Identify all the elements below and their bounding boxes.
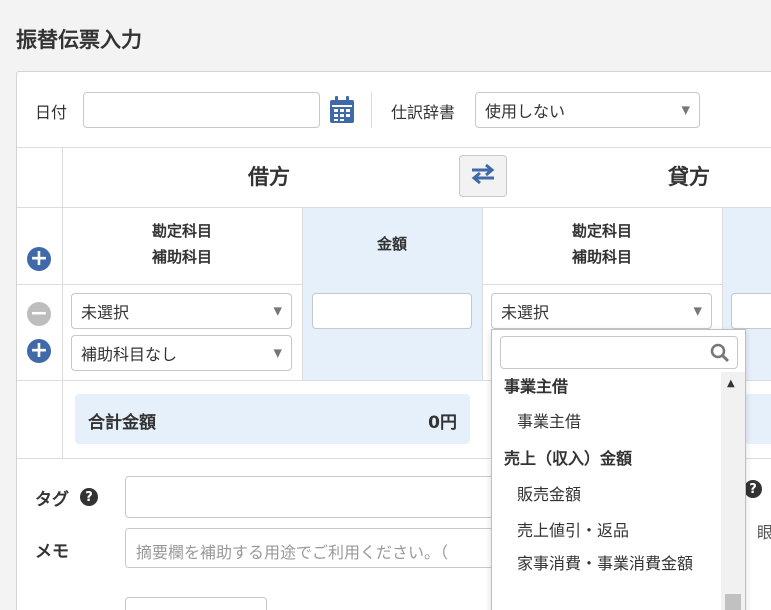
- page-title: 振替伝票入力: [16, 28, 142, 52]
- total-label: 合計金額: [88, 413, 156, 433]
- add-row-button[interactable]: +: [27, 339, 51, 363]
- tag-input[interactable]: [125, 476, 525, 518]
- plus-icon: +: [29, 338, 49, 363]
- date-label: 日付: [35, 103, 68, 122]
- calendar-icon[interactable]: [329, 96, 355, 128]
- remove-row-button[interactable]: −: [27, 302, 51, 326]
- dropdown-option[interactable]: 販売金額: [517, 481, 581, 505]
- scroll-up-icon[interactable]: ▲: [727, 378, 735, 389]
- search-icon: [710, 343, 730, 367]
- credit-account-header: 勘定科目 補助科目: [482, 218, 722, 270]
- header-divider: [371, 92, 372, 128]
- memo-input[interactable]: 摘要欄を補助する用途でご利用ください。（: [125, 528, 525, 568]
- memo-placeholder: 摘要欄を補助する用途でご利用ください。（: [136, 543, 449, 562]
- dropdown-option[interactable]: 事業主借: [517, 408, 581, 432]
- account-header-line1: 勘定科目: [571, 222, 632, 240]
- debit-account-value: 未選択: [81, 303, 130, 322]
- credit-account-value: 未選択: [501, 303, 550, 322]
- credit-amount-input[interactable]: [731, 293, 771, 329]
- scrollbar-thumb[interactable]: [725, 594, 741, 610]
- dropdown-list: 事業主借 事業主借 売上（収入）金額 販売金額 売上値引・返品 家事消費・事業消…: [492, 372, 720, 610]
- dropdown-group: 事業主借: [504, 377, 569, 396]
- help-icon[interactable]: ?: [80, 488, 98, 506]
- debit-account-select[interactable]: 未選択 ▼: [71, 293, 292, 329]
- minus-icon: −: [29, 301, 49, 326]
- dropdown-option[interactable]: 売上値引・返品: [517, 517, 629, 541]
- debit-title: 借方: [248, 165, 290, 189]
- swap-icon: [470, 163, 496, 189]
- debit-total-box: 合計金額 0円: [75, 394, 470, 444]
- dict-select-value: 使用しない: [485, 102, 566, 121]
- debit-account-header: 勘定科目 補助科目: [62, 218, 302, 270]
- account-header-line2: 補助科目: [571, 248, 632, 266]
- account-dropdown: 事業主借 事業主借 売上（収入）金額 販売金額 売上値引・返品 家事消費・事業消…: [491, 329, 746, 610]
- debit-subaccount-value: 補助科目なし: [81, 345, 178, 364]
- help-icon[interactable]: ?: [744, 480, 762, 498]
- caret-down-icon: ▼: [273, 346, 282, 360]
- account-header-line1: 勘定科目: [151, 222, 212, 240]
- right-partial-text: 眼: [757, 519, 771, 543]
- total-value: 0円: [428, 413, 457, 433]
- swap-button[interactable]: [459, 155, 507, 197]
- add-row-top-button[interactable]: +: [27, 247, 51, 271]
- debit-amount-input[interactable]: [312, 293, 472, 329]
- dropdown-option[interactable]: 家事消費・事業消費金額: [517, 552, 707, 575]
- credit-title: 貸方: [668, 165, 710, 189]
- tag-label: タグ: [35, 490, 69, 510]
- dropdown-group: 売上（収入）金額: [504, 449, 633, 468]
- col-divider-1: [62, 148, 63, 458]
- dropdown-search-input[interactable]: [500, 336, 738, 369]
- table-top-border: [17, 147, 771, 148]
- memo-label: メモ: [35, 542, 69, 562]
- caret-down-icon: ▼: [693, 304, 702, 318]
- account-header-line2: 補助科目: [151, 248, 212, 266]
- date-input[interactable]: [83, 92, 320, 128]
- extra-field-input[interactable]: [125, 597, 267, 610]
- debit-subaccount-select[interactable]: 補助科目なし ▼: [71, 335, 292, 371]
- credit-account-select[interactable]: 未選択 ▼: [491, 293, 712, 329]
- debit-amount-header: 金額: [376, 235, 407, 253]
- caret-down-icon: ▼: [681, 103, 690, 117]
- plus-icon: +: [29, 246, 49, 271]
- dict-select[interactable]: 使用しない ▼: [475, 92, 700, 128]
- caret-down-icon: ▼: [273, 304, 282, 318]
- dropdown-scrollbar[interactable]: ▲: [721, 372, 745, 610]
- dict-label: 仕訳辞書: [391, 103, 456, 122]
- credit-total-box: [745, 394, 771, 444]
